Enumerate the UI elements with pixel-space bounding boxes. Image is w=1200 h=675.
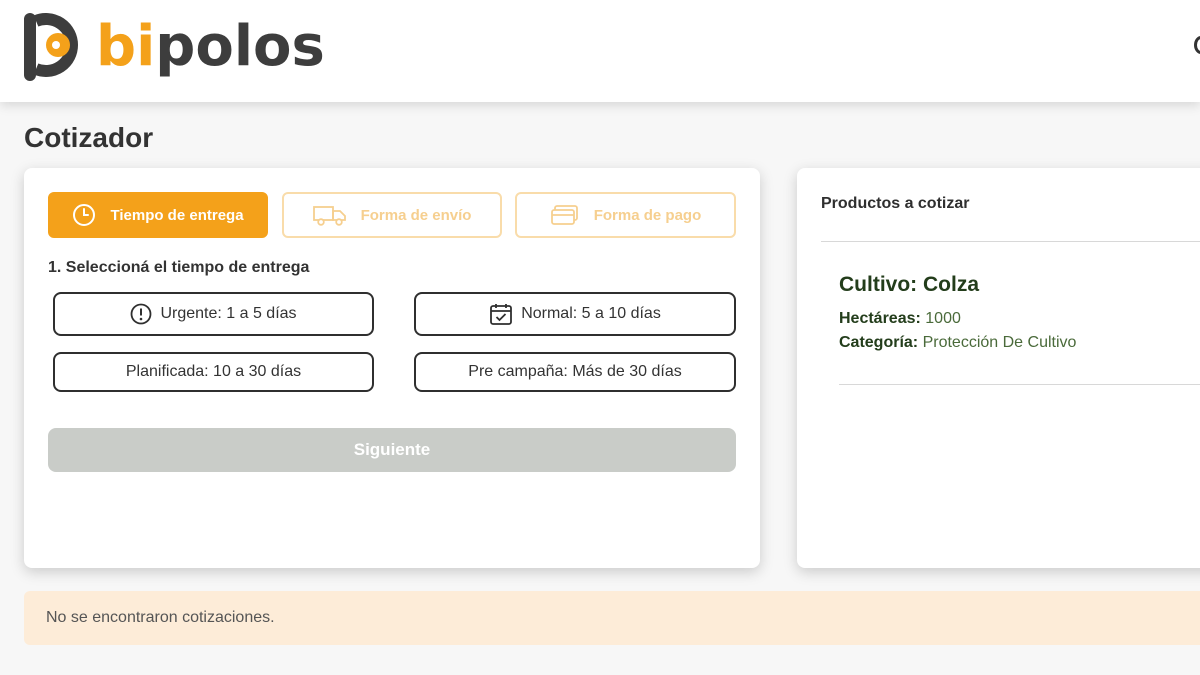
brand-logo[interactable]: bipolos: [24, 12, 325, 82]
next-button[interactable]: Siguiente: [48, 428, 736, 472]
category-key: Categoría:: [839, 334, 919, 351]
clock-icon: [72, 203, 96, 227]
option-urgent-label: Urgente: 1 a 5 días: [160, 305, 297, 322]
option-normal[interactable]: Normal: 5 a 10 días: [414, 292, 736, 336]
empty-quotes-alert: No se encontraron cotizaciones.: [24, 591, 1200, 645]
truck-icon: [312, 204, 347, 226]
quote-steps-card: Tiempo de entrega Forma de envío Forma d…: [24, 168, 760, 568]
product-crop: Cultivo: Colza: [839, 273, 979, 296]
products-title: Productos a cotizar: [821, 195, 970, 212]
bipolos-logo-icon: [24, 13, 78, 81]
divider: [821, 241, 1200, 242]
option-pre-season-label: Pre campaña: Más de 30 días: [468, 363, 682, 380]
step-instruction: 1. Seleccioná el tiempo de entrega: [48, 259, 310, 276]
alert-circle-icon: [130, 303, 152, 325]
brand-name: bipolos: [96, 19, 325, 75]
app-header: bipolos: [0, 0, 1200, 102]
tab-shipping-method-label: Forma de envío: [360, 206, 472, 224]
tab-payment-method-label: Forma de pago: [593, 206, 702, 224]
hectares-key: Hectáreas:: [839, 310, 921, 327]
page-title: Cotizador: [24, 122, 154, 153]
option-planned[interactable]: Planificada: 10 a 30 días: [53, 352, 374, 392]
product-hectares: Hectáreas: 1000: [839, 310, 961, 328]
option-pre-season[interactable]: Pre campaña: Más de 30 días: [414, 352, 736, 392]
option-planned-label: Planificada: 10 a 30 días: [125, 363, 302, 380]
option-urgent[interactable]: Urgente: 1 a 5 días: [53, 292, 374, 336]
calendar-check-icon: [489, 302, 513, 326]
product-category: Categoría: Protección De Cultivo: [839, 334, 1076, 352]
tab-payment-method[interactable]: Forma de pago: [515, 192, 736, 238]
divider: [839, 384, 1200, 385]
tab-delivery-time[interactable]: Tiempo de entrega: [48, 192, 268, 238]
card-icon: [550, 204, 580, 226]
user-menu-icon[interactable]: [1194, 36, 1200, 54]
category-value: Protección De Cultivo: [922, 334, 1077, 351]
tab-shipping-method[interactable]: Forma de envío: [282, 192, 502, 238]
brand-name-part-1: bi: [96, 14, 156, 79]
brand-name-part-2: polos: [155, 14, 325, 79]
tab-delivery-time-label: Tiempo de entrega: [110, 206, 244, 224]
products-card: Productos a cotizar Cultivo: Colza Hectá…: [797, 168, 1200, 568]
option-normal-label: Normal: 5 a 10 días: [521, 305, 661, 322]
hectares-value: 1000: [925, 310, 961, 327]
